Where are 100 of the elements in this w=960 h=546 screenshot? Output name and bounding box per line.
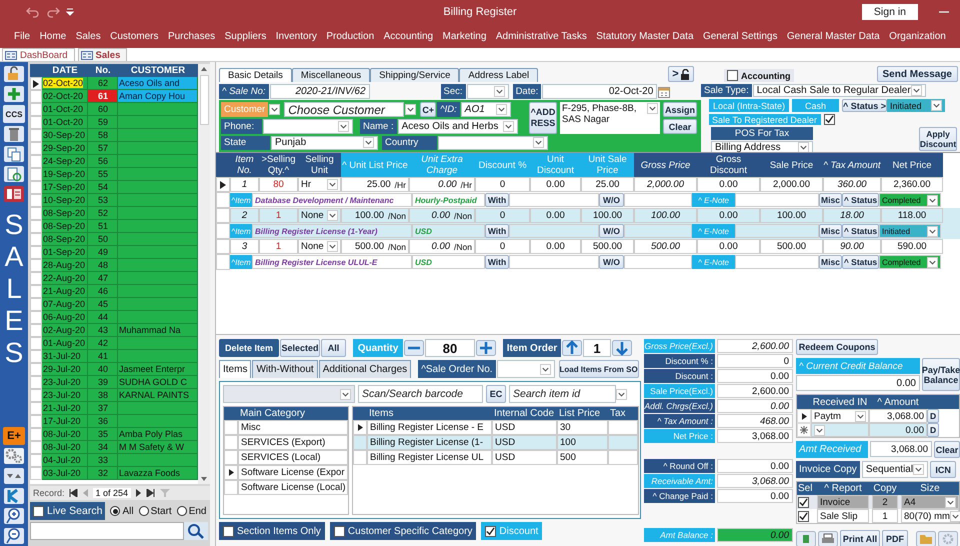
item-cell[interactable]: Billing Register License UL [367, 450, 492, 465]
item-cell[interactable]: Billing Register License (1- [367, 435, 492, 450]
redo-icon[interactable] [46, 6, 60, 18]
gears-icon[interactable] [3, 447, 25, 465]
selected-button[interactable]: Selected [280, 339, 320, 357]
unlock-icon[interactable] [3, 65, 25, 83]
name-combo[interactable]: Aceso Oils and Herbs [398, 119, 518, 134]
filter-checkbox[interactable]: Section Items Only [219, 522, 325, 540]
quantity-cell[interactable]: 1 [259, 239, 298, 254]
with-field[interactable] [509, 224, 599, 238]
size-combo[interactable]: A4 [901, 495, 959, 509]
icn-button[interactable]: ICN [930, 461, 956, 478]
menu-item[interactable]: General Settings [702, 30, 778, 42]
discount-percent-cell[interactable]: 0 [475, 208, 530, 223]
size-combo[interactable]: 80(70) mm [901, 509, 959, 523]
amount-cell[interactable]: 0.00 [869, 423, 927, 437]
with-button[interactable]: With [485, 255, 509, 269]
chevron-down-icon[interactable] [494, 86, 505, 97]
category-item[interactable]: Software License (Local) [238, 480, 348, 495]
quantity-cell[interactable]: 80 [259, 177, 298, 192]
pay-take-balance-button[interactable]: Pay/Take Balance [922, 358, 960, 391]
plus-icon[interactable] [3, 85, 25, 103]
assign-button[interactable]: Assign [663, 102, 697, 117]
chevron-down-icon[interactable] [338, 120, 349, 132]
without-button[interactable]: W/O [599, 193, 624, 207]
e-note-field[interactable] [735, 224, 819, 238]
print-all-button[interactable]: Print All [840, 530, 880, 546]
misc-button[interactable]: Misc [819, 255, 842, 269]
quantity-cell[interactable]: 1 [259, 208, 298, 223]
item-name-field[interactable]: Database Development / Maintenanc [252, 193, 412, 207]
filter-checkbox[interactable]: Customer Specific Category [330, 522, 476, 540]
status-combo[interactable]: Completed [879, 193, 941, 207]
list-price-cell[interactable]: 500.00 [344, 241, 388, 252]
unit-sale-price-cell[interactable]: 500.00 [581, 239, 634, 254]
previous-record-icon[interactable] [82, 489, 89, 497]
item-name-field[interactable]: Billing Register License ULUL-E [252, 255, 412, 269]
misc-button[interactable]: Misc [819, 193, 842, 207]
unit-combo[interactable]: Hr [298, 177, 341, 192]
barcode-search-field[interactable]: Scan/Search barcode [358, 385, 483, 403]
menu-item[interactable]: Home [40, 30, 66, 42]
list-price-cell[interactable]: 25.00 [344, 179, 395, 190]
quantity-field[interactable]: 80 [425, 339, 475, 357]
unlock-button[interactable]: > [668, 66, 694, 82]
e-note-field[interactable] [735, 255, 819, 269]
e-plus-button[interactable]: E+ [3, 427, 25, 445]
registered-dealer-checkbox[interactable] [824, 114, 835, 125]
amount-cell[interactable]: 3,068.00 [869, 409, 927, 423]
pdf-button[interactable]: PDF [882, 530, 908, 546]
redeem-coupons-button[interactable]: Redeem Coupons [796, 339, 878, 355]
match-radio[interactable]: All [110, 506, 134, 516]
menu-item[interactable]: Production [326, 30, 374, 42]
category-item[interactable]: Misc [238, 420, 348, 435]
undo-icon[interactable] [26, 6, 40, 18]
sale-type-combo[interactable]: Local Cash Sale to Regular Dealer [752, 84, 926, 97]
menu-item[interactable]: Marketing [442, 30, 486, 42]
with-field[interactable] [509, 193, 599, 207]
unit-combo[interactable]: None [298, 239, 341, 254]
chevron-down-icon[interactable] [327, 210, 338, 221]
clear-button[interactable]: Clear [934, 441, 960, 458]
e-note-field[interactable] [735, 193, 819, 207]
search-icon[interactable] [184, 522, 208, 540]
calendar-icon[interactable] [658, 86, 670, 98]
status-button[interactable]: ^ Status [842, 224, 879, 238]
settings-icon[interactable] [938, 530, 958, 546]
status-button[interactable]: ^ Status > [842, 99, 887, 112]
sign-in-button[interactable]: Sign in [862, 4, 918, 20]
status-combo[interactable]: Initiated [879, 224, 941, 238]
printer-icon[interactable] [818, 530, 838, 546]
menu-item[interactable]: Inventory [276, 30, 317, 42]
status-button[interactable]: ^ Status [842, 255, 879, 269]
row-selector[interactable] [216, 177, 230, 192]
chevron-down-icon[interactable] [327, 179, 338, 190]
with-field[interactable] [509, 255, 599, 269]
d-button[interactable]: D [927, 423, 939, 437]
extra-charge-cell[interactable]: 0.00 [412, 179, 461, 190]
next-record-icon[interactable] [135, 489, 142, 497]
scroll-down-icon[interactable] [200, 476, 208, 482]
extra-charge-cell[interactable]: 0.00 [412, 210, 454, 221]
chevron-down-icon[interactable] [533, 137, 544, 148]
scroll-up-icon[interactable] [200, 66, 208, 72]
form-tab[interactable]: Address Label [459, 68, 538, 82]
chevron-down-icon[interactable] [616, 388, 627, 400]
book-icon[interactable] [796, 530, 816, 546]
category-item[interactable]: SERVICES (Local) [238, 450, 348, 465]
chevron-down-icon[interactable] [927, 256, 938, 268]
list-price-cell[interactable]: 100.00 [344, 210, 388, 221]
report-checkbox[interactable] [798, 510, 809, 522]
chevron-down-icon[interactable] [405, 104, 416, 115]
menu-item[interactable]: Suppliers [224, 30, 266, 42]
status-combo[interactable]: Initiated [887, 99, 945, 112]
row-selector[interactable] [353, 420, 367, 435]
match-radio[interactable]: Start [138, 506, 172, 516]
customize-icon[interactable] [66, 7, 74, 17]
form-tab[interactable]: Miscellaneous [292, 68, 370, 82]
category-item[interactable]: SERVICES (Export) [238, 435, 348, 450]
without-button[interactable]: W/O [599, 224, 624, 238]
unit-sale-price-cell[interactable]: 25.00 [581, 177, 634, 192]
minus-icon[interactable] [404, 339, 424, 357]
row-selector[interactable] [30, 77, 42, 90]
menu-item[interactable]: General Master Data [786, 30, 880, 42]
